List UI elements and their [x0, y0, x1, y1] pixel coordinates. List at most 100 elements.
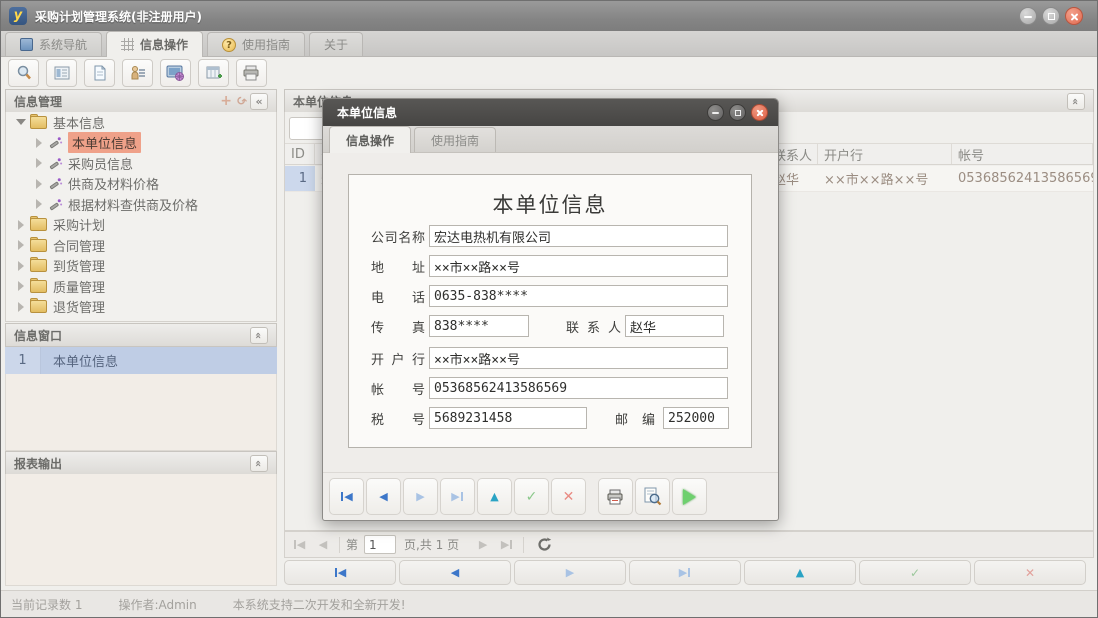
collapsed-arrow-icon[interactable] [18, 261, 24, 271]
info-window-row[interactable]: 1 本单位信息 [5, 347, 277, 374]
monitor-globe-icon [166, 64, 185, 82]
monitor-globe-button[interactable] [160, 59, 191, 87]
print-button[interactable] [598, 478, 633, 515]
collapse-main-panel-button[interactable]: « [1067, 93, 1085, 110]
user-config-button[interactable] [122, 59, 153, 87]
column-header-account[interactable]: 帐号 [952, 144, 1093, 164]
grid-icon [121, 38, 134, 51]
confirm-button[interactable]: ✓ [859, 560, 971, 585]
collapsed-arrow-icon[interactable] [36, 199, 42, 209]
dialog-titlebar[interactable]: 本单位信息 [323, 99, 778, 126]
folder-icon [30, 116, 47, 129]
cell-account: 05368562413586569 [952, 166, 1093, 191]
pager-prev-icon[interactable]: ◀ [313, 535, 333, 555]
contact-field[interactable] [625, 315, 724, 337]
tree-label: 到货管理 [53, 256, 105, 275]
nav-next-button[interactable]: ▶ [403, 478, 438, 515]
dialog-maximize-icon[interactable] [729, 104, 746, 121]
tab-system-nav[interactable]: 系统导航 [5, 32, 102, 56]
nav-prev-button[interactable]: ◀ [366, 478, 401, 515]
dialog-close-icon[interactable] [751, 104, 768, 121]
account-field[interactable] [429, 377, 728, 399]
first-record-button[interactable]: ◀ [284, 560, 396, 585]
printer-button[interactable] [236, 59, 267, 87]
pager-refresh-icon[interactable] [534, 535, 554, 555]
tab-about[interactable]: 关于 [309, 32, 363, 56]
edit-record-button[interactable]: ▲ [744, 560, 856, 585]
pager-last-icon[interactable]: ▶ [497, 535, 517, 555]
expanded-arrow-icon[interactable] [16, 119, 26, 125]
close-icon[interactable] [1065, 7, 1083, 25]
dialog-nav-toolbar: ◀ ◀ ▶ ▶ ▲ ✓ ✕ [323, 472, 778, 520]
print-preview-button[interactable] [635, 478, 670, 515]
collapsed-arrow-icon[interactable] [18, 220, 24, 230]
phone-field[interactable] [429, 285, 728, 307]
tree-node-material-supplier[interactable]: 根据材料查供商及价格 [6, 194, 276, 215]
tree-node-quality-manage[interactable]: 质量管理 [6, 276, 276, 297]
tab-user-guide[interactable]: ? 使用指南 [207, 32, 305, 56]
play-icon [683, 489, 696, 505]
tree-node-buyer-info[interactable]: 采购员信息 [6, 153, 276, 174]
maximize-icon[interactable] [1042, 7, 1060, 25]
account-label: 帐号 [371, 379, 425, 398]
collapse-report-panel-button[interactable]: « [250, 455, 268, 472]
collapsed-arrow-icon[interactable] [36, 138, 42, 148]
tree-node-arrival-manage[interactable]: 到货管理 [6, 256, 276, 277]
zip-field[interactable] [663, 407, 729, 429]
print-preview-icon [643, 487, 662, 506]
column-header-bank[interactable]: 开户行 [818, 144, 952, 164]
page-number-input[interactable] [364, 535, 396, 554]
info-window-panel-header: 信息窗口 « [5, 323, 277, 347]
next-record-button[interactable]: ▶ [514, 560, 626, 585]
collapsed-arrow-icon[interactable] [36, 158, 42, 168]
company-info-form: 本单位信息 公司名称 地址 电话 传真 联系人 开户行 [348, 174, 752, 448]
tree-label: 采购员信息 [68, 154, 133, 173]
nav-cancel-button[interactable]: ✕ [551, 478, 586, 515]
folder-icon [30, 280, 47, 293]
dialog-tab-user-guide[interactable]: 使用指南 [414, 127, 496, 152]
collapsed-arrow-icon[interactable] [36, 179, 42, 189]
last-record-button[interactable]: ▶ [629, 560, 741, 585]
company-field[interactable] [429, 225, 728, 247]
tab-label: 系统导航 [39, 36, 87, 53]
pager-next-icon[interactable]: ▶ [473, 535, 493, 555]
nav-confirm-button[interactable]: ✓ [514, 478, 549, 515]
tree-node-purchase-plan[interactable]: 采购计划 [6, 215, 276, 236]
search-button[interactable] [8, 59, 39, 87]
collapsed-arrow-icon[interactable] [18, 302, 24, 312]
tree-node-contract-manage[interactable]: 合同管理 [6, 235, 276, 256]
dialog-tab-info-operation[interactable]: 信息操作 [329, 126, 411, 153]
collapse-left-panel-button[interactable]: « [250, 93, 268, 110]
cancel-button[interactable]: ✕ [974, 560, 1086, 585]
tree-node-basic-info[interactable]: 基本信息 [6, 112, 276, 133]
column-header-id[interactable]: ID [285, 144, 315, 164]
prev-record-button[interactable]: ◀ [399, 560, 511, 585]
new-document-button[interactable] [84, 59, 115, 87]
tree-node-supplier-price[interactable]: 供商及材料价格 [6, 174, 276, 195]
nav-edit-button[interactable]: ▲ [477, 478, 512, 515]
bank-field[interactable] [429, 347, 728, 369]
form-view-button[interactable] [46, 59, 77, 87]
table-add-icon [205, 64, 223, 82]
folder-icon [30, 300, 47, 313]
tax-field[interactable] [429, 407, 587, 429]
tool-icon [48, 156, 63, 171]
pager-first-icon[interactable]: ◀ [289, 535, 309, 555]
tree-node-company-info[interactable]: 本单位信息 [6, 133, 276, 154]
table-add-button[interactable] [198, 59, 229, 87]
nav-last-button[interactable]: ▶ [440, 478, 475, 515]
collapse-info-window-button[interactable]: « [250, 327, 268, 344]
tab-info-operation[interactable]: 信息操作 [106, 31, 203, 57]
minimize-icon[interactable] [1019, 7, 1037, 25]
info-manage-panel-header: 信息管理 + ↺ « [5, 89, 277, 113]
fax-field[interactable] [429, 315, 529, 337]
address-field[interactable] [429, 255, 728, 277]
nav-first-button[interactable]: ◀ [329, 478, 364, 515]
zip-label: 邮编 [615, 409, 655, 428]
run-button[interactable] [672, 478, 707, 515]
dialog-minimize-icon[interactable] [707, 104, 724, 121]
tab-label: 使用指南 [431, 132, 479, 149]
tree-node-return-manage[interactable]: 退货管理 [6, 297, 276, 318]
collapsed-arrow-icon[interactable] [18, 281, 24, 291]
collapsed-arrow-icon[interactable] [18, 240, 24, 250]
